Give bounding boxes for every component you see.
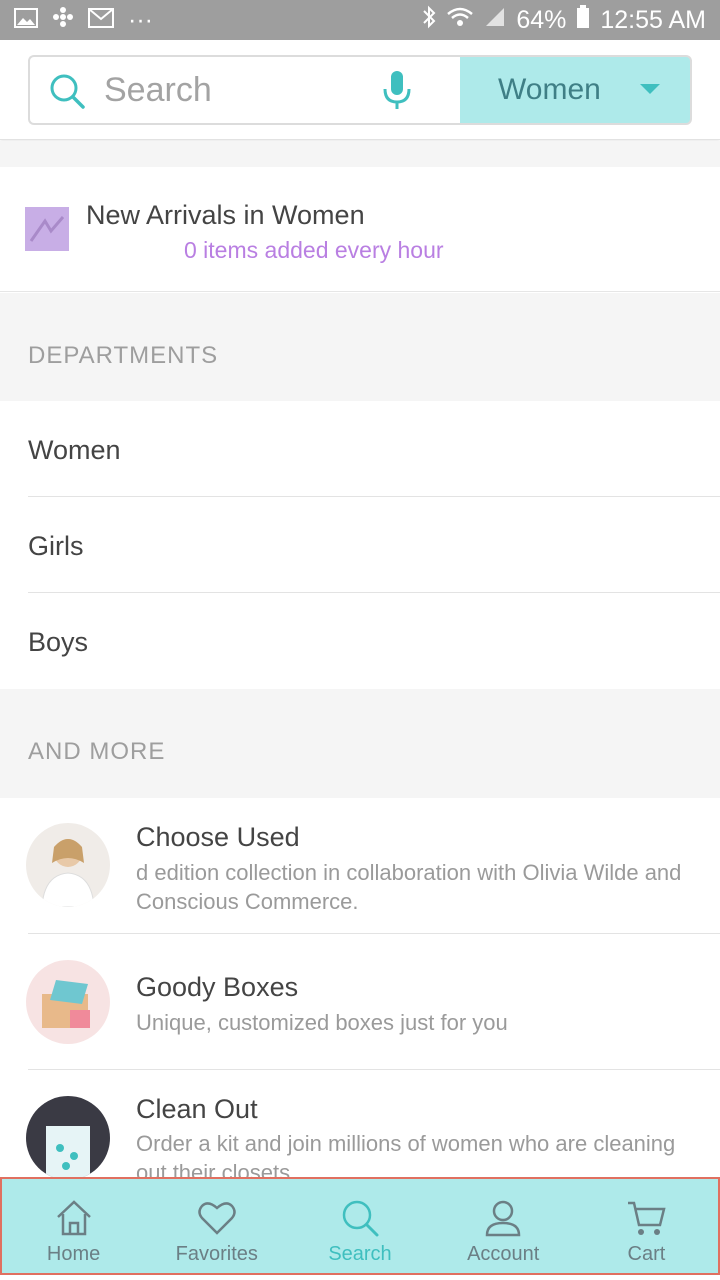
nav-home-label: Home — [46, 1243, 101, 1265]
department-label: Women — [28, 435, 121, 465]
and-more-header-label: AND MORE — [28, 738, 166, 765]
department-row-women[interactable]: Women — [0, 401, 720, 497]
nav-account[interactable]: Account — [432, 1179, 575, 1273]
nav-home[interactable]: Home — [2, 1179, 145, 1273]
mail-notification-icon — [88, 6, 114, 35]
department-dropdown[interactable]: Women — [460, 55, 692, 125]
account-icon — [485, 1200, 521, 1237]
department-label: Boys — [28, 627, 89, 657]
new-arrivals-icon — [25, 207, 69, 251]
search-header: Women — [0, 40, 720, 140]
more-notifications-indicator: ··· — [128, 5, 153, 34]
and-more-item-clean-out[interactable]: Clean Out Order a kit and join millions … — [0, 1070, 720, 1178]
nav-account-label: Account — [467, 1243, 540, 1265]
nav-search-label: Search — [328, 1243, 392, 1265]
wifi-icon — [446, 6, 474, 35]
and-more-item-goody-boxes[interactable]: Goody Boxes Unique, customized boxes jus… — [0, 934, 720, 1070]
chevron-down-icon — [640, 84, 660, 94]
signal-icon — [484, 6, 506, 35]
battery-icon — [576, 4, 590, 36]
item-description: Unique, customized boxes just for you — [136, 1010, 508, 1035]
choose-used-avatar — [26, 823, 110, 907]
department-row-boys[interactable]: Boys — [0, 593, 720, 689]
image-notification-icon — [14, 6, 38, 35]
nav-cart-label: Cart — [627, 1243, 666, 1265]
departments-header-label: DEPARTMENTS — [28, 342, 219, 369]
nav-favorites[interactable]: Favorites — [145, 1179, 288, 1273]
battery-percent: 64% — [516, 5, 567, 34]
status-bar: ··· 64% 12:55 AM — [0, 0, 720, 40]
department-label: Girls — [28, 531, 84, 561]
bottom-nav: Home Favorites Search Account Cart — [0, 1177, 720, 1275]
new-arrivals-subtitle: 0 items added every hour — [184, 237, 444, 263]
and-more-header: AND MORE — [0, 689, 720, 798]
item-description: Order a kit and join millions of women w… — [136, 1131, 676, 1178]
heart-icon — [198, 1202, 236, 1235]
search-icon — [48, 72, 86, 110]
clock: 12:55 AM — [600, 5, 706, 34]
clean-out-avatar — [26, 1096, 110, 1178]
item-title: Clean Out — [136, 1094, 258, 1124]
bluetooth-icon — [422, 5, 436, 36]
home-icon — [56, 1200, 91, 1236]
search-input[interactable] — [104, 67, 374, 113]
search-icon — [342, 1200, 379, 1237]
search-box[interactable] — [28, 55, 460, 125]
item-title: Goody Boxes — [136, 972, 299, 1002]
item-description: d edition collection in collaboration wi… — [136, 860, 682, 914]
cart-icon — [628, 1201, 667, 1235]
goody-boxes-avatar — [26, 960, 110, 1044]
new-arrivals-banner[interactable]: New Arrivals in Women 0 items added ever… — [0, 167, 720, 292]
department-row-girls[interactable]: Girls — [0, 497, 720, 593]
department-dropdown-value: Women — [498, 73, 601, 106]
new-arrivals-title: New Arrivals in Women — [86, 200, 365, 230]
spacer — [0, 141, 720, 167]
microphone-icon[interactable] — [380, 69, 414, 111]
nav-cart[interactable]: Cart — [575, 1179, 718, 1273]
fan-notification-icon — [52, 6, 74, 35]
departments-header: DEPARTMENTS — [0, 293, 720, 401]
item-title: Choose Used — [136, 822, 300, 852]
and-more-item-choose-used[interactable]: Choose Used d edition collection in coll… — [0, 798, 720, 934]
nav-favorites-label: Favorites — [175, 1243, 258, 1265]
nav-search[interactable]: Search — [288, 1179, 431, 1273]
